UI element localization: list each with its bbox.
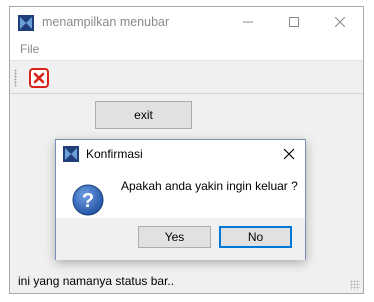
java-app-icon: [18, 15, 34, 31]
window-title: menampilkan menubar: [42, 15, 170, 29]
question-icon: ?: [72, 184, 104, 216]
close-icon: [335, 17, 345, 27]
resize-grip[interactable]: [350, 280, 360, 290]
window-titlebar[interactable]: menampilkan menubar: [10, 7, 363, 37]
menu-file[interactable]: File: [20, 42, 39, 56]
exit-x-icon[interactable]: [29, 68, 49, 88]
minimize-icon: [243, 21, 253, 23]
dialog-body: ? Apakah anda yakin ingin keluar ?: [56, 168, 305, 218]
dialog-close-button[interactable]: [277, 142, 301, 166]
maximize-button[interactable]: [271, 7, 317, 37]
status-bar-text: ini yang namanya status bar..: [18, 274, 175, 288]
svg-text:?: ?: [82, 190, 94, 212]
minimize-button[interactable]: [225, 7, 271, 37]
dialog-title: Konfirmasi: [86, 147, 143, 161]
confirm-dialog: Konfirmasi ? Apakah anda yakin ingin kel…: [55, 139, 306, 260]
menubar: File: [10, 37, 363, 61]
toolbar: [10, 62, 363, 94]
close-button[interactable]: [317, 7, 363, 37]
java-app-icon: [63, 146, 79, 162]
dialog-footer: Yes No: [56, 218, 305, 260]
yes-button[interactable]: Yes: [138, 226, 211, 248]
toolbar-grip[interactable]: [14, 69, 17, 87]
close-icon: [283, 148, 295, 160]
dialog-message: Apakah anda yakin ingin keluar ?: [121, 179, 298, 193]
exit-button[interactable]: exit: [95, 101, 192, 129]
no-button[interactable]: No: [219, 226, 292, 248]
dialog-titlebar[interactable]: Konfirmasi: [56, 140, 305, 168]
maximize-icon: [289, 17, 299, 27]
